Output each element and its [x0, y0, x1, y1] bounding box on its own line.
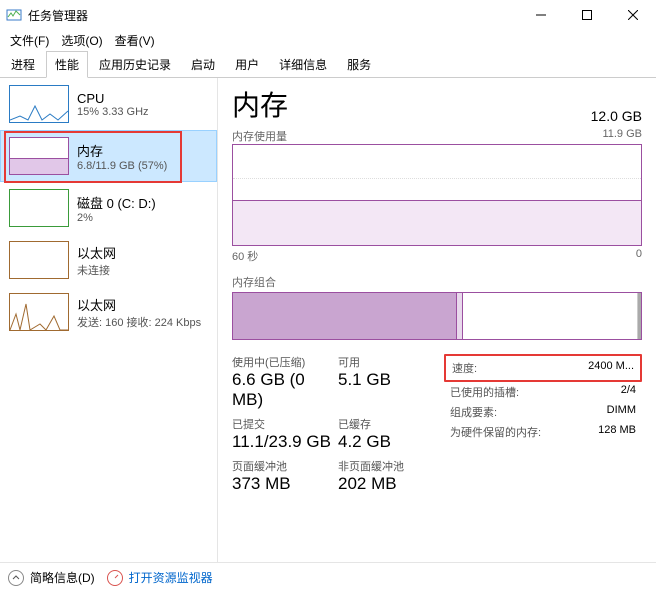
- stat-committed-value: 11.1/23.9 GB: [232, 432, 338, 452]
- menubar: 文件(F) 选项(O) 查看(V): [0, 30, 656, 52]
- tab-processes[interactable]: 进程: [2, 51, 44, 77]
- sidebar-memory-sub: 6.8/11.9 GB (57%): [77, 160, 167, 172]
- sidebar-disk-sub: 2%: [77, 212, 156, 224]
- sidebar-eth2-label: 以太网: [77, 295, 201, 314]
- stat-available-label: 可用: [338, 354, 444, 370]
- memory-usage-graph[interactable]: [232, 144, 642, 246]
- stat-paged-value: 373 MB: [232, 474, 338, 494]
- sidebar-eth2-sub: 发送: 160 接收: 224 Kbps: [77, 314, 201, 330]
- ethernet-thumb-icon: [9, 241, 69, 279]
- usage-graph-max: 11.9 GB: [602, 128, 642, 144]
- memory-composition-graph[interactable]: [232, 292, 642, 340]
- composition-label: 内存组合: [232, 274, 642, 290]
- spec-speed-label: 速度:: [452, 360, 477, 376]
- tab-services[interactable]: 服务: [338, 51, 380, 77]
- cpu-thumb-icon: [9, 85, 69, 123]
- window-titlebar: 任务管理器: [0, 0, 656, 30]
- tab-bar: 进程 性能 应用历史记录 启动 用户 详细信息 服务: [0, 52, 656, 78]
- minimize-button[interactable]: [518, 0, 564, 30]
- tab-users[interactable]: 用户: [226, 51, 268, 77]
- sidebar-item-cpu[interactable]: CPU 15% 3.33 GHz: [0, 78, 217, 130]
- spec-reserved-label: 为硬件保留的内存:: [450, 424, 541, 440]
- performance-sidebar: CPU 15% 3.33 GHz 内存 6.8/11.9 GB (57%) 磁盘…: [0, 78, 218, 562]
- stat-in-use-value: 6.6 GB (0 MB): [232, 370, 338, 410]
- chevron-up-icon: [8, 570, 24, 586]
- fewer-details-label: 简略信息(D): [30, 569, 95, 586]
- open-resource-monitor-label: 打开资源监视器: [129, 569, 213, 586]
- memory-detail-panel: 内存 12.0 GB 内存使用量 11.9 GB 60 秒 0 内存组合: [218, 78, 656, 562]
- stat-in-use-label: 使用中(已压缩): [232, 354, 338, 370]
- spec-reserved-value: 128 MB: [598, 424, 636, 440]
- tab-details[interactable]: 详细信息: [270, 51, 336, 77]
- sidebar-cpu-sub: 15% 3.33 GHz: [77, 106, 149, 118]
- graph-time-zero: 0: [636, 248, 642, 264]
- page-title: 内存: [232, 84, 288, 124]
- window-title: 任务管理器: [28, 7, 518, 24]
- disk-thumb-icon: [9, 189, 69, 227]
- ethernet-thumb-icon: [9, 293, 69, 331]
- sidebar-item-ethernet-1[interactable]: 以太网 未连接: [0, 234, 217, 286]
- stat-nonpaged-value: 202 MB: [338, 474, 444, 494]
- tab-performance[interactable]: 性能: [46, 51, 88, 78]
- sidebar-eth1-label: 以太网: [77, 243, 116, 262]
- footer-bar: 简略信息(D) 打开资源监视器: [0, 562, 656, 592]
- stat-cached-value: 4.2 GB: [338, 432, 444, 452]
- sidebar-item-disk[interactable]: 磁盘 0 (C: D:) 2%: [0, 182, 217, 234]
- sidebar-disk-label: 磁盘 0 (C: D:): [77, 193, 156, 212]
- resource-monitor-icon: [107, 570, 123, 586]
- sidebar-eth1-sub: 未连接: [77, 262, 116, 278]
- tab-startup[interactable]: 启动: [182, 51, 224, 77]
- open-resource-monitor-link[interactable]: 打开资源监视器: [107, 569, 213, 586]
- memory-capacity: 12.0 GB: [591, 108, 642, 124]
- sidebar-memory-label: 内存: [77, 141, 167, 160]
- stat-cached-label: 已缓存: [338, 416, 444, 432]
- graph-time-label: 60 秒: [232, 248, 258, 264]
- stat-available-value: 5.1 GB: [338, 370, 444, 390]
- close-button[interactable]: [610, 0, 656, 30]
- tab-app-history[interactable]: 应用历史记录: [90, 51, 180, 77]
- fewer-details-link[interactable]: 简略信息(D): [8, 569, 95, 586]
- menu-file[interactable]: 文件(F): [6, 30, 53, 51]
- menu-options[interactable]: 选项(O): [57, 30, 106, 51]
- usage-graph-label: 内存使用量: [232, 128, 287, 144]
- stat-nonpaged-label: 非页面缓冲池: [338, 458, 444, 474]
- speed-highlight-box: 速度: 2400 M...: [444, 354, 642, 382]
- spec-speed-value: 2400 M...: [588, 360, 634, 376]
- menu-view[interactable]: 查看(V): [111, 30, 159, 51]
- content-area: CPU 15% 3.33 GHz 内存 6.8/11.9 GB (57%) 磁盘…: [0, 78, 656, 562]
- sidebar-item-ethernet-2[interactable]: 以太网 发送: 160 接收: 224 Kbps: [0, 286, 217, 338]
- sidebar-cpu-label: CPU: [77, 91, 149, 106]
- stat-committed-label: 已提交: [232, 416, 338, 432]
- task-manager-icon: [6, 7, 22, 23]
- spec-slots-label: 已使用的插槽:: [450, 384, 519, 400]
- maximize-button[interactable]: [564, 0, 610, 30]
- spec-slots-value: 2/4: [621, 384, 636, 400]
- spec-form-label: 组成要素:: [450, 404, 497, 420]
- sidebar-item-memory[interactable]: 内存 6.8/11.9 GB (57%): [0, 130, 217, 182]
- stat-paged-label: 页面缓冲池: [232, 458, 338, 474]
- spec-form-value: DIMM: [607, 404, 636, 420]
- memory-thumb-icon: [9, 137, 69, 175]
